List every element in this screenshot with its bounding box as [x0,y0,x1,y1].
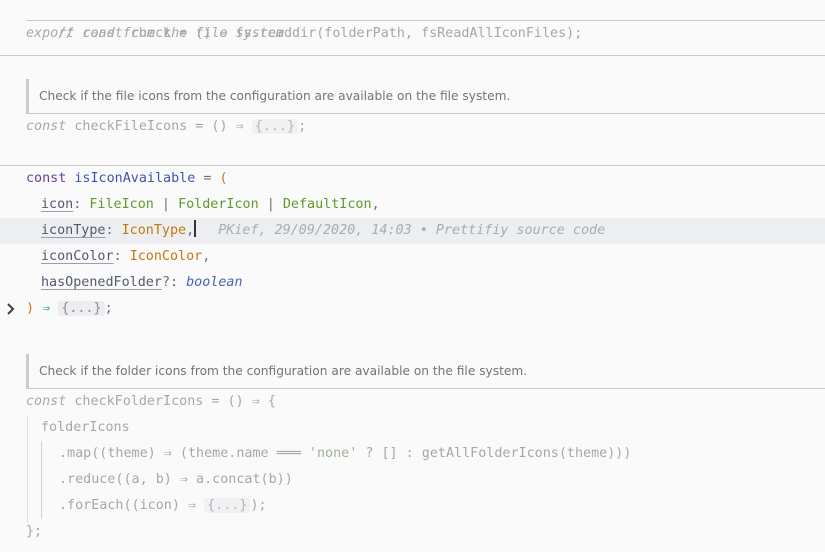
keyword-export: export [26,26,75,41]
type-name: FileIcon [89,197,154,212]
code-text: : [73,197,90,212]
code-text: ; [298,119,307,134]
code-line-arrow-body: ) ⇒ {...}; [26,296,113,322]
keyword-const: const [26,171,67,186]
folded-region[interactable]: {...} [204,498,251,513]
code-line-param-icon-type: iconType: IconType, PKief, 29/09/2020, 14… [41,218,605,244]
code-line-foreach: .forEach((icon) ⇒ {...}); [59,493,267,519]
code-line-1: // read from the file system [26,0,284,41]
arrow-operator: ⇒ [34,301,59,316]
code-text: .forEach((icon) ⇒ [59,498,205,513]
code-text: , [186,223,195,238]
code-line-2: export const check = () ⇒ fs.readdir(fol… [26,21,582,47]
code-text: , [202,249,211,264]
function-name: isIconAvailable [66,171,196,186]
param-name: hasOpenedFolder [41,275,162,290]
code-line-param-icon-color: iconColor: IconColor, [41,244,210,270]
type-name: boolean [186,275,243,290]
code-text: : [105,223,122,238]
code-text: ; [104,301,113,316]
text-cursor [194,220,197,237]
indent-guide [27,415,28,523]
code-text: = [195,171,220,186]
paren-open: ( [219,171,228,186]
type-name: FolderIcon [178,197,259,212]
folded-region[interactable]: {...} [58,301,105,316]
code-line-reduce: .reduce((a, b) ⇒ a.concat(b)) [59,472,293,487]
code-line-param-icon: icon: FileIcon | FolderIcon | DefaultIco… [41,192,380,218]
code-text: check = () ⇒ fs.readdir(folderPath, fsRe… [122,26,583,41]
separator [0,55,825,56]
doc-comment-file-icons: Check if the file icons from the configu… [26,79,510,113]
param-name: icon [41,197,74,212]
doc-comment-folder-icons: Check if the folder icons from the confi… [26,354,527,388]
paren-close: ) [26,301,35,316]
code-text: | [153,197,179,212]
type-name: DefaultIcon [282,197,372,212]
code-line-is-icon-available: const isIconAvailable = ( [26,166,228,192]
code-text: checkFileIcons = () ⇒ [66,119,252,134]
type-name: IconType [121,223,187,238]
code-line-param-has-opened-folder: hasOpenedFolder?: boolean [41,270,243,296]
git-blame-annotation: PKief, 29/09/2020, 14:03 • Prettifiy sou… [218,223,606,238]
code-text: , [371,197,380,212]
code-text: ?: [161,275,187,290]
code-text: | [258,197,283,212]
code-text: .map((theme) ⇒ (theme.name [59,446,277,461]
code-text: ? [] : getAllFolderIcons(theme))) [357,446,632,461]
code-text: checkFolderIcons = () ⇒ { [66,394,276,409]
code-line-check-file-icons: const checkFileIcons = () ⇒ {...}; [26,114,306,140]
param-name: iconColor [41,249,114,264]
param-name: iconType [41,223,106,238]
keyword-const: const [26,119,67,134]
code-text: : [113,249,130,264]
code-line-folder-icons: folderIcons [41,420,130,435]
keyword-const: const [82,26,123,41]
code-editor[interactable]: // read from the file system export cons… [0,0,825,552]
code-line-close: }; [26,524,43,539]
keyword-const: const [26,394,67,409]
string-literal: 'none' [300,446,358,461]
folded-region[interactable]: {...} [251,119,299,134]
type-name: IconColor [129,249,203,264]
code-text: ); [250,498,267,513]
code-line-check-folder-icons: const checkFolderIcons = () ⇒ { [26,389,276,415]
chevron-right-icon[interactable] [6,299,20,319]
code-text: ═══ [276,446,301,461]
code-line-map: .map((theme) ⇒ (theme.name ═══ 'none' ? … [59,441,631,467]
indent-guide [41,441,42,519]
